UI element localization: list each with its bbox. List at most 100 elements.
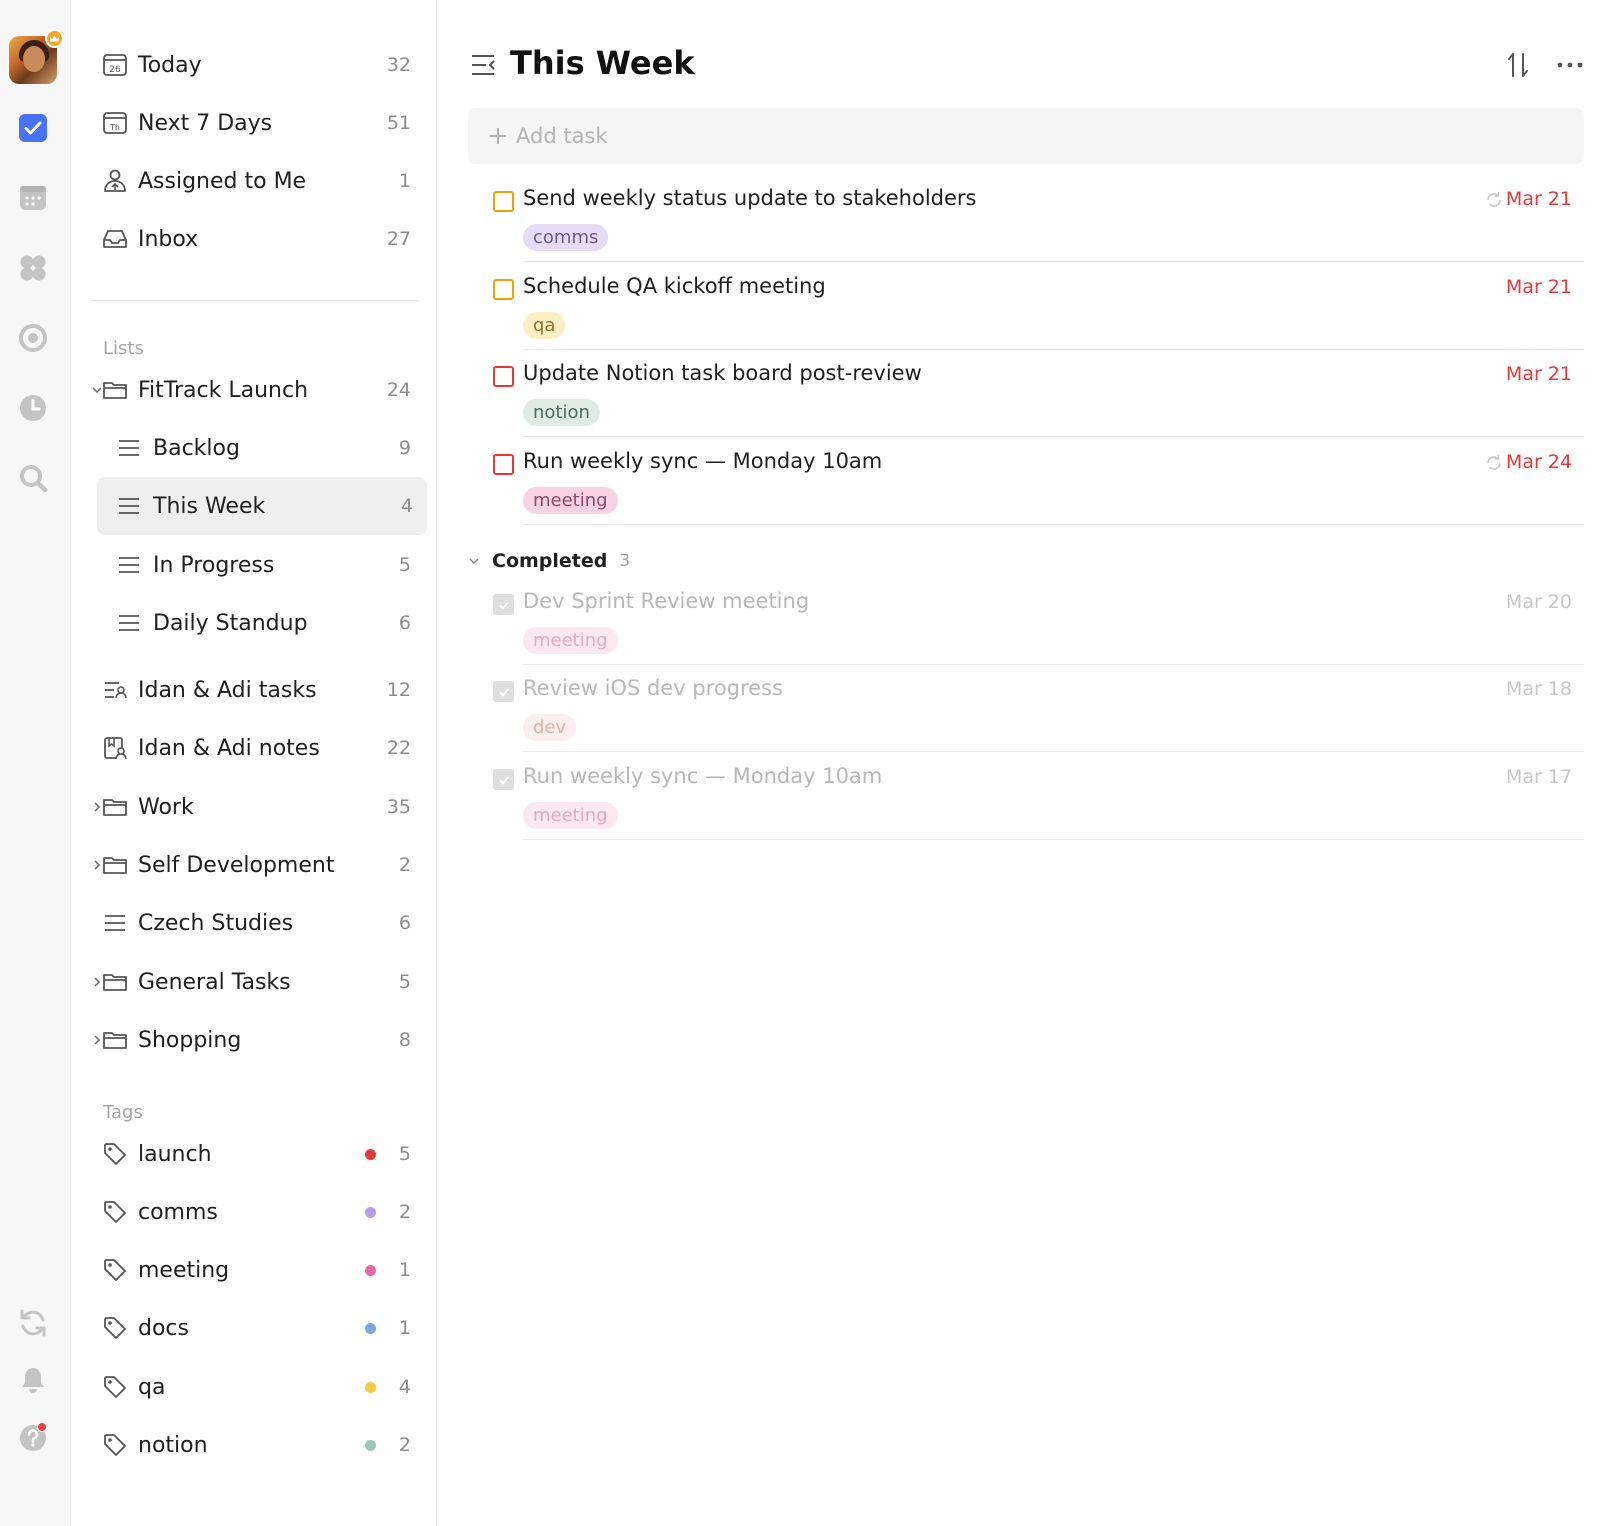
task-due-date[interactable]: Mar 18 bbox=[1506, 678, 1572, 700]
add-task-bar[interactable] bbox=[468, 108, 1584, 164]
task-due-date[interactable]: Mar 24 bbox=[1506, 451, 1572, 473]
sidebar-tag-qa[interactable]: qa 4 bbox=[97, 1358, 425, 1416]
task-title[interactable]: Review iOS dev progress bbox=[523, 676, 783, 700]
task-due-date[interactable]: Mar 20 bbox=[1506, 591, 1572, 613]
task-tag[interactable]: meeting bbox=[523, 627, 618, 654]
sidebar-item-label: FitTrack Launch bbox=[138, 377, 309, 403]
sidebar-item-count: 5 bbox=[398, 1143, 411, 1165]
calendar-week-icon: Th bbox=[101, 109, 129, 137]
task-title[interactable]: Schedule QA kickoff meeting bbox=[523, 274, 826, 298]
task-checkbox[interactable] bbox=[493, 191, 514, 212]
completed-task-row[interactable]: Run weekly sync — Monday 10am meeting Ma… bbox=[493, 750, 1584, 840]
task-due-date[interactable]: Mar 21 bbox=[1506, 276, 1572, 298]
sidebar-item-in-progress[interactable]: In Progress 5 bbox=[97, 536, 425, 594]
task-due-date[interactable]: Mar 17 bbox=[1506, 766, 1572, 788]
sidebar-tag-comms[interactable]: comms 2 bbox=[97, 1183, 425, 1241]
task-checkbox-checked[interactable] bbox=[493, 681, 514, 702]
task-title[interactable]: Run weekly sync — Monday 10am bbox=[523, 449, 882, 473]
sidebar-item-label: launch bbox=[138, 1141, 212, 1167]
task-tag[interactable]: meeting bbox=[523, 487, 618, 514]
sidebar-item-general-tasks[interactable]: General Tasks 5 bbox=[94, 953, 425, 1011]
task-due-date[interactable]: Mar 21 bbox=[1506, 188, 1572, 210]
sidebar-item-self-development[interactable]: Self Development 2 bbox=[94, 836, 425, 894]
list-icon bbox=[115, 551, 143, 579]
sidebar-item-assigned-to-me[interactable]: Assigned to Me 1 bbox=[97, 152, 425, 210]
sidebar-item-shopping[interactable]: Shopping 8 bbox=[94, 1011, 425, 1069]
task-checkbox[interactable] bbox=[493, 454, 514, 475]
sidebar-item-fittrack-launch[interactable]: FitTrack Launch 24 bbox=[92, 361, 425, 419]
completed-task-row[interactable]: Dev Sprint Review meeting meeting Mar 20 bbox=[493, 575, 1584, 665]
completed-task-row[interactable]: Review iOS dev progress dev Mar 18 bbox=[493, 662, 1584, 752]
sidebar-item-count: 4 bbox=[398, 1376, 411, 1398]
search-icon[interactable] bbox=[15, 460, 51, 496]
sidebar-item-count: 27 bbox=[386, 228, 411, 250]
task-title[interactable]: Update Notion task board post-review bbox=[523, 361, 922, 385]
repeat-icon bbox=[1487, 455, 1501, 470]
sidebar-item-count: 2 bbox=[398, 1201, 411, 1223]
task-tag[interactable]: meeting bbox=[523, 802, 618, 829]
sidebar-tag-launch[interactable]: launch 5 bbox=[97, 1125, 425, 1183]
sync-icon[interactable] bbox=[15, 1305, 51, 1341]
sidebar-item-label: comms bbox=[138, 1199, 218, 1225]
tag-icon bbox=[101, 1373, 129, 1401]
sidebar-item-next-7-days[interactable]: Th Next 7 Days 51 bbox=[97, 94, 425, 152]
sidebar-tag-notion[interactable]: notion 2 bbox=[97, 1416, 425, 1474]
task-row[interactable]: Send weekly status update to stakeholder… bbox=[493, 172, 1584, 262]
sidebar-item-idan-adi-tasks[interactable]: Idan & Adi tasks 12 bbox=[97, 661, 425, 719]
sidebar-item-label: Today bbox=[138, 52, 202, 78]
task-tag[interactable]: dev bbox=[523, 714, 577, 741]
sidebar-item-czech-studies[interactable]: Czech Studies 6 bbox=[97, 894, 425, 952]
list-icon bbox=[115, 434, 143, 462]
task-row[interactable]: Schedule QA kickoff meeting qa Mar 21 bbox=[493, 260, 1584, 350]
sidebar-item-this-week[interactable]: This Week 4 bbox=[97, 477, 427, 535]
completed-count: 3 bbox=[619, 551, 631, 571]
tags-section-header[interactable]: Tags bbox=[103, 1102, 143, 1123]
task-title[interactable]: Send weekly status update to stakeholder… bbox=[523, 186, 977, 210]
sidebar-item-inbox[interactable]: Inbox 27 bbox=[97, 210, 425, 268]
sidebar-item-idan-adi-notes[interactable]: Idan & Adi notes 22 bbox=[97, 719, 425, 777]
sidebar-item-today[interactable]: 26 Today 32 bbox=[97, 36, 425, 94]
sidebar-divider bbox=[91, 300, 419, 301]
sidebar-item-label: Idan & Adi notes bbox=[138, 735, 320, 761]
matrix-tab-icon[interactable] bbox=[15, 250, 51, 286]
task-checkbox[interactable] bbox=[493, 279, 514, 300]
sidebar-item-count: 24 bbox=[386, 379, 411, 401]
notifications-bell-icon[interactable] bbox=[15, 1362, 51, 1398]
sidebar-item-count: 35 bbox=[386, 796, 411, 818]
more-options-icon[interactable] bbox=[1553, 50, 1587, 80]
task-checkbox-checked[interactable] bbox=[493, 594, 514, 615]
sidebar-toggle-icon[interactable] bbox=[468, 50, 498, 80]
tag-color-dot bbox=[365, 1264, 376, 1276]
sidebar-item-work[interactable]: Work 35 bbox=[94, 778, 425, 836]
task-title[interactable]: Dev Sprint Review meeting bbox=[523, 589, 809, 613]
task-row[interactable]: Run weekly sync — Monday 10am meeting Ma… bbox=[493, 435, 1584, 525]
task-tag[interactable]: qa bbox=[523, 312, 566, 339]
task-due-date[interactable]: Mar 21 bbox=[1506, 363, 1572, 385]
tasks-tab-icon[interactable] bbox=[15, 110, 51, 146]
tag-icon bbox=[101, 1256, 129, 1284]
task-checkbox[interactable] bbox=[493, 366, 514, 387]
completed-section-header[interactable]: Completed 3 bbox=[468, 546, 630, 576]
task-tag[interactable]: comms bbox=[523, 224, 609, 251]
sidebar-item-count: 12 bbox=[386, 679, 411, 701]
sidebar-item-backlog[interactable]: Backlog 9 bbox=[97, 419, 425, 477]
sidebar-tag-meeting[interactable]: meeting 1 bbox=[97, 1241, 425, 1299]
list-icon bbox=[101, 909, 129, 937]
sidebar-item-daily-standup[interactable]: Daily Standup 6 bbox=[97, 594, 425, 652]
pomodoro-tab-icon[interactable] bbox=[15, 320, 51, 356]
task-title[interactable]: Run weekly sync — Monday 10am bbox=[523, 764, 882, 788]
task-tag[interactable]: notion bbox=[523, 399, 600, 426]
sort-icon[interactable] bbox=[1503, 50, 1533, 80]
calendar-tab-icon[interactable] bbox=[15, 180, 51, 216]
sidebar-tag-docs[interactable]: docs 1 bbox=[97, 1299, 425, 1357]
lists-section-header[interactable]: Lists bbox=[103, 338, 144, 359]
habit-tab-icon[interactable] bbox=[15, 390, 51, 426]
task-row[interactable]: Update Notion task board post-review not… bbox=[493, 347, 1584, 437]
add-task-input[interactable] bbox=[516, 124, 1516, 148]
shared-notes-icon bbox=[101, 734, 129, 762]
task-checkbox-checked[interactable] bbox=[493, 769, 514, 790]
repeat-icon bbox=[1487, 192, 1501, 207]
list-icon bbox=[115, 609, 143, 637]
sidebar-item-count: 8 bbox=[398, 1029, 411, 1051]
tag-icon bbox=[101, 1314, 129, 1342]
